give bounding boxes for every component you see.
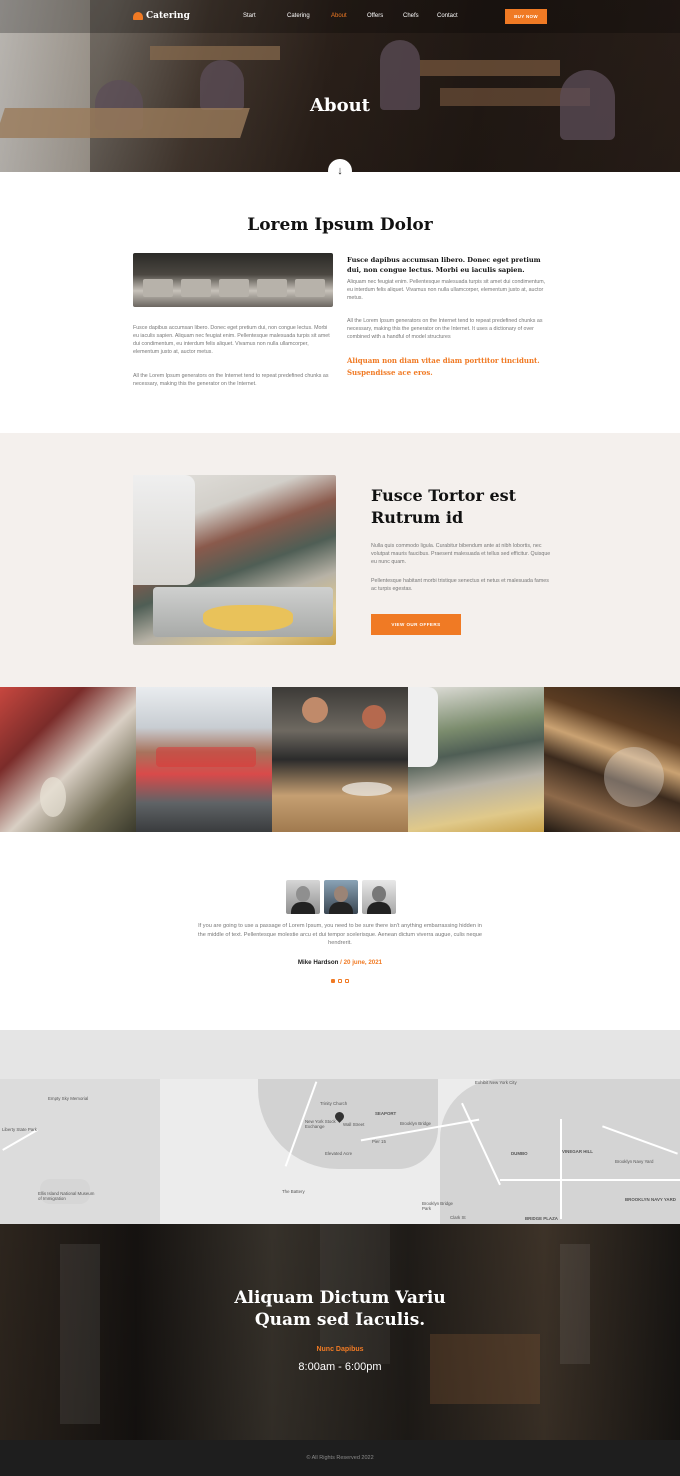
map-label: VINEGAR HILL <box>562 1149 593 1154</box>
map-label: Trinity Church <box>320 1101 348 1106</box>
logo-text: Catering <box>146 11 190 21</box>
buy-now-button[interactable]: BUY NOW <box>505 9 547 24</box>
map-label: SEAPORT <box>375 1111 397 1116</box>
intro-right-paragraph-2: All the Lorem Ipsum generators on the In… <box>347 318 543 340</box>
scroll-down-button[interactable]: ↓ <box>328 159 352 183</box>
map-label: Ellis Island National Museum of Immigrat… <box>38 1191 95 1201</box>
carousel-dot[interactable] <box>331 979 335 983</box>
logo[interactable]: Catering <box>133 11 190 21</box>
avatar[interactable] <box>324 880 358 914</box>
carousel-dot[interactable] <box>345 979 349 983</box>
testimonial-quote: If you are going to use a passage of Lor… <box>198 923 482 947</box>
intro-left-paragraph-2: All the Lorem Ipsum generators on the In… <box>133 373 329 387</box>
map-label: New York Stock Exchange <box>305 1119 336 1129</box>
table-shape <box>150 46 280 60</box>
map-label: Liberty State Park <box>2 1127 37 1132</box>
map-label: Empty Sky Memorial <box>48 1096 89 1101</box>
hours-tag: Nunc Dapibus <box>316 1346 364 1353</box>
map-label: Brooklyn Bridge Park <box>422 1201 453 1211</box>
carousel-dot[interactable] <box>338 979 342 983</box>
intro-right-heading: Fusce dapibus accumsan libero. Donec ege… <box>347 256 541 274</box>
testimonial-author: Mike Hardson / 20 june, 2021 <box>0 959 680 966</box>
table-shape <box>420 60 560 76</box>
gallery-image-party[interactable] <box>0 687 136 832</box>
map-label: Brooklyn Navy Yard <box>615 1159 654 1164</box>
feature-section: Fusce Tortor est Rutrum id Nulla quis co… <box>0 433 680 687</box>
map-label: BRIDGE PLAZA <box>525 1216 558 1221</box>
photo-gallery <box>0 687 680 832</box>
author-name: Mike Hardson <box>297 959 339 966</box>
map-label: Brooklyn Bridge <box>400 1121 431 1126</box>
arrow-down-icon: ↓ <box>337 165 343 177</box>
map-label: BROOKLYN NAVY YARD <box>625 1197 676 1202</box>
location-map[interactable]: Empty Sky Memorial Liberty State Park El… <box>0 1079 680 1224</box>
view-offers-button[interactable]: VIEW OUR OFFERS <box>371 614 461 635</box>
copyright-text: © All Rights Reserved 2022 <box>306 1455 374 1461</box>
map-label: Pier 15 <box>372 1139 386 1144</box>
intro-right-paragraph-1: Aliquam nec feugiat enim. Pellentesque m… <box>347 279 546 301</box>
nav-start[interactable]: Start <box>243 13 287 19</box>
nav-offers[interactable]: Offers <box>367 13 403 19</box>
page-title: About <box>310 95 370 116</box>
carousel-dots <box>331 979 349 983</box>
gallery-image-buffet[interactable] <box>408 687 544 832</box>
catering-image <box>133 475 336 645</box>
gallery-image-beach-table[interactable] <box>136 687 272 832</box>
map-label: Elevated Acre <box>325 1151 353 1156</box>
feature-paragraph-1: Nulla quis commodo ligula. Curabitur bib… <box>371 543 551 565</box>
avatar-list <box>286 880 396 914</box>
author-date: / 20 june, 2021 <box>338 959 383 966</box>
main-menu: Start Catering About Offers Chefs Contac… <box>243 13 477 19</box>
intro-section: Lorem Ipsum Dolor Fusce dapibus accumsan… <box>0 172 680 433</box>
intro-left-paragraph-1: Fusce dapibus accumsan libero. Donec ege… <box>133 325 330 355</box>
nav-chefs[interactable]: Chefs <box>403 13 437 19</box>
feature-paragraph-2: Pellentesque habitant morbi tristique se… <box>371 578 549 592</box>
hours-title-line1: Aliquam Dictum Variu <box>234 1288 446 1308</box>
feature-title: Fusce Tortor est Rutrum id <box>371 486 517 527</box>
footer: © All Rights Reserved 2022 <box>0 1440 680 1476</box>
nav-contact[interactable]: Contact <box>437 13 477 19</box>
gallery-image-chefs[interactable] <box>272 687 408 832</box>
nav-about[interactable]: About <box>331 13 367 19</box>
gallery-image-dinner-table[interactable] <box>544 687 680 832</box>
map-label: The Battery <box>282 1189 305 1194</box>
intro-title: Lorem Ipsum Dolor <box>247 215 433 235</box>
top-nav: Catering Start Catering About Offers Che… <box>0 0 680 33</box>
testimonial-section: If you are going to use a passage of Lor… <box>0 832 680 1030</box>
avatar[interactable] <box>286 880 320 914</box>
nav-catering[interactable]: Catering <box>287 13 331 19</box>
intro-highlight: Aliquam non diam vitae diam porttitor ti… <box>347 356 540 377</box>
hours-title: Aliquam Dictum Variu Quam sed Iaculis. <box>0 1287 680 1331</box>
hours-title-line2: Quam sed Iaculis. <box>254 1310 426 1330</box>
map-label: Wall Street <box>343 1122 365 1127</box>
chef-hat-icon <box>133 12 143 20</box>
map-label: Exhibit New York City <box>475 1080 517 1085</box>
map-label: DUMBO <box>511 1151 528 1156</box>
kitchen-image <box>133 253 333 307</box>
opening-hours-section: Aliquam Dictum Variu Quam sed Iaculis. N… <box>0 1224 680 1440</box>
hours-time: 8:00am - 6:00pm <box>298 1361 382 1373</box>
map-label: Clark St <box>450 1215 466 1220</box>
avatar[interactable] <box>362 880 396 914</box>
map-padding <box>0 1030 680 1079</box>
hero-section: Catering Start Catering About Offers Che… <box>0 0 680 172</box>
